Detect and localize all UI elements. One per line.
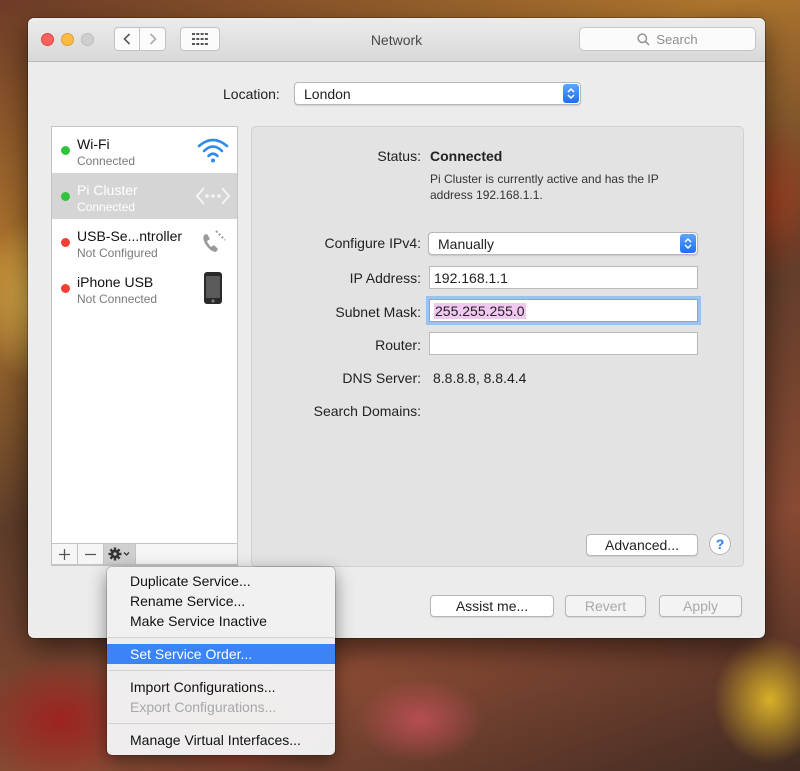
status-label: Status: bbox=[377, 148, 421, 164]
search-field[interactable]: Search bbox=[579, 27, 756, 51]
iphone-icon bbox=[195, 271, 231, 305]
menu-separator bbox=[108, 637, 334, 638]
gear-dropdown-menu: Duplicate Service... Rename Service... M… bbox=[107, 567, 335, 755]
status-dot-red bbox=[61, 284, 70, 293]
service-name: iPhone USB bbox=[77, 274, 154, 290]
status-dot-red bbox=[61, 238, 70, 247]
add-service-button[interactable] bbox=[52, 544, 78, 564]
router-label: Router: bbox=[375, 337, 421, 353]
menu-item-duplicate-service[interactable]: Duplicate Service... bbox=[107, 571, 335, 591]
service-name: Wi-Fi bbox=[77, 136, 110, 152]
service-name: Pi Cluster bbox=[77, 182, 138, 198]
location-popup[interactable]: London bbox=[294, 82, 581, 105]
subnet-mask-field[interactable]: 255.255.255.0 bbox=[429, 299, 698, 322]
service-status: Connected bbox=[77, 200, 136, 214]
service-item-usb-serial[interactable]: USB-Se...ntroller Not Configured bbox=[52, 219, 237, 265]
dns-server-value: 8.8.8.8, 8.8.4.4 bbox=[433, 370, 527, 386]
subnet-mask-value: 255.255.255.0 bbox=[434, 302, 526, 319]
service-status: Not Configured bbox=[77, 246, 158, 260]
revert-button[interactable]: Revert bbox=[565, 595, 646, 617]
location-label: Location: bbox=[223, 86, 280, 102]
title-bar: Network Search bbox=[28, 18, 765, 62]
apply-button[interactable]: Apply bbox=[659, 595, 742, 617]
menu-separator bbox=[108, 723, 334, 724]
configure-ipv4-popup[interactable]: Manually bbox=[428, 232, 698, 255]
service-list: Wi-Fi Connected Pi Cluster Connected USB… bbox=[51, 126, 238, 566]
service-item-iphone-usb[interactable]: iPhone USB Not Connected bbox=[52, 265, 237, 311]
remove-service-button[interactable] bbox=[78, 544, 104, 564]
router-field[interactable] bbox=[429, 332, 698, 355]
status-value: Connected bbox=[430, 148, 503, 164]
ip-address-value: 192.168.1.1 bbox=[434, 269, 508, 286]
subnet-mask-label: Subnet Mask: bbox=[335, 304, 421, 320]
menu-item-rename-service[interactable]: Rename Service... bbox=[107, 591, 335, 611]
menu-item-import-configurations[interactable]: Import Configurations... bbox=[107, 677, 335, 697]
wifi-icon bbox=[195, 133, 231, 167]
location-value: London bbox=[304, 85, 351, 102]
help-button[interactable]: ? bbox=[709, 533, 731, 555]
phone-icon bbox=[195, 225, 231, 259]
ip-address-label: IP Address: bbox=[349, 270, 421, 286]
menu-item-manage-virtual-interfaces[interactable]: Manage Virtual Interfaces... bbox=[107, 730, 335, 750]
menu-separator bbox=[108, 670, 334, 671]
service-list-toolbar bbox=[51, 543, 238, 565]
dns-server-label: DNS Server: bbox=[342, 370, 421, 386]
assist-me-button[interactable]: Assist me... bbox=[430, 595, 554, 617]
ip-address-field[interactable]: 192.168.1.1 bbox=[429, 266, 698, 289]
gear-icon bbox=[108, 547, 129, 561]
menu-item-export-configurations: Export Configurations... bbox=[130, 699, 277, 715]
configure-ipv4-value: Manually bbox=[438, 235, 495, 252]
status-dot-green bbox=[61, 146, 70, 155]
popup-arrows-icon bbox=[563, 84, 579, 103]
service-name: USB-Se...ntroller bbox=[77, 228, 183, 244]
service-item-pi-cluster[interactable]: Pi Cluster Connected bbox=[52, 173, 237, 219]
gear-menu-button[interactable] bbox=[104, 544, 136, 564]
service-item-wifi[interactable]: Wi-Fi Connected bbox=[52, 127, 237, 173]
search-icon bbox=[637, 32, 650, 46]
service-status: Not Connected bbox=[77, 292, 158, 306]
menu-item-set-service-order[interactable]: Set Service Order... bbox=[107, 644, 335, 664]
menu-item-make-service-inactive[interactable]: Make Service Inactive bbox=[107, 611, 335, 631]
status-dot-green bbox=[61, 192, 70, 201]
plus-icon bbox=[59, 548, 70, 560]
network-preferences-window: Network Search Location: London Wi-Fi Co… bbox=[28, 18, 765, 638]
popup-arrows-icon bbox=[680, 234, 696, 253]
service-status: Connected bbox=[77, 154, 136, 168]
minus-icon bbox=[85, 553, 96, 555]
advanced-button[interactable]: Advanced... bbox=[586, 534, 698, 556]
status-description: Pi Cluster is currently active and has t… bbox=[430, 172, 659, 202]
ethernet-icon bbox=[195, 179, 231, 213]
configure-ipv4-label: Configure IPv4: bbox=[324, 235, 422, 251]
search-domains-label: Search Domains: bbox=[313, 403, 421, 419]
search-placeholder: Search bbox=[656, 31, 698, 47]
